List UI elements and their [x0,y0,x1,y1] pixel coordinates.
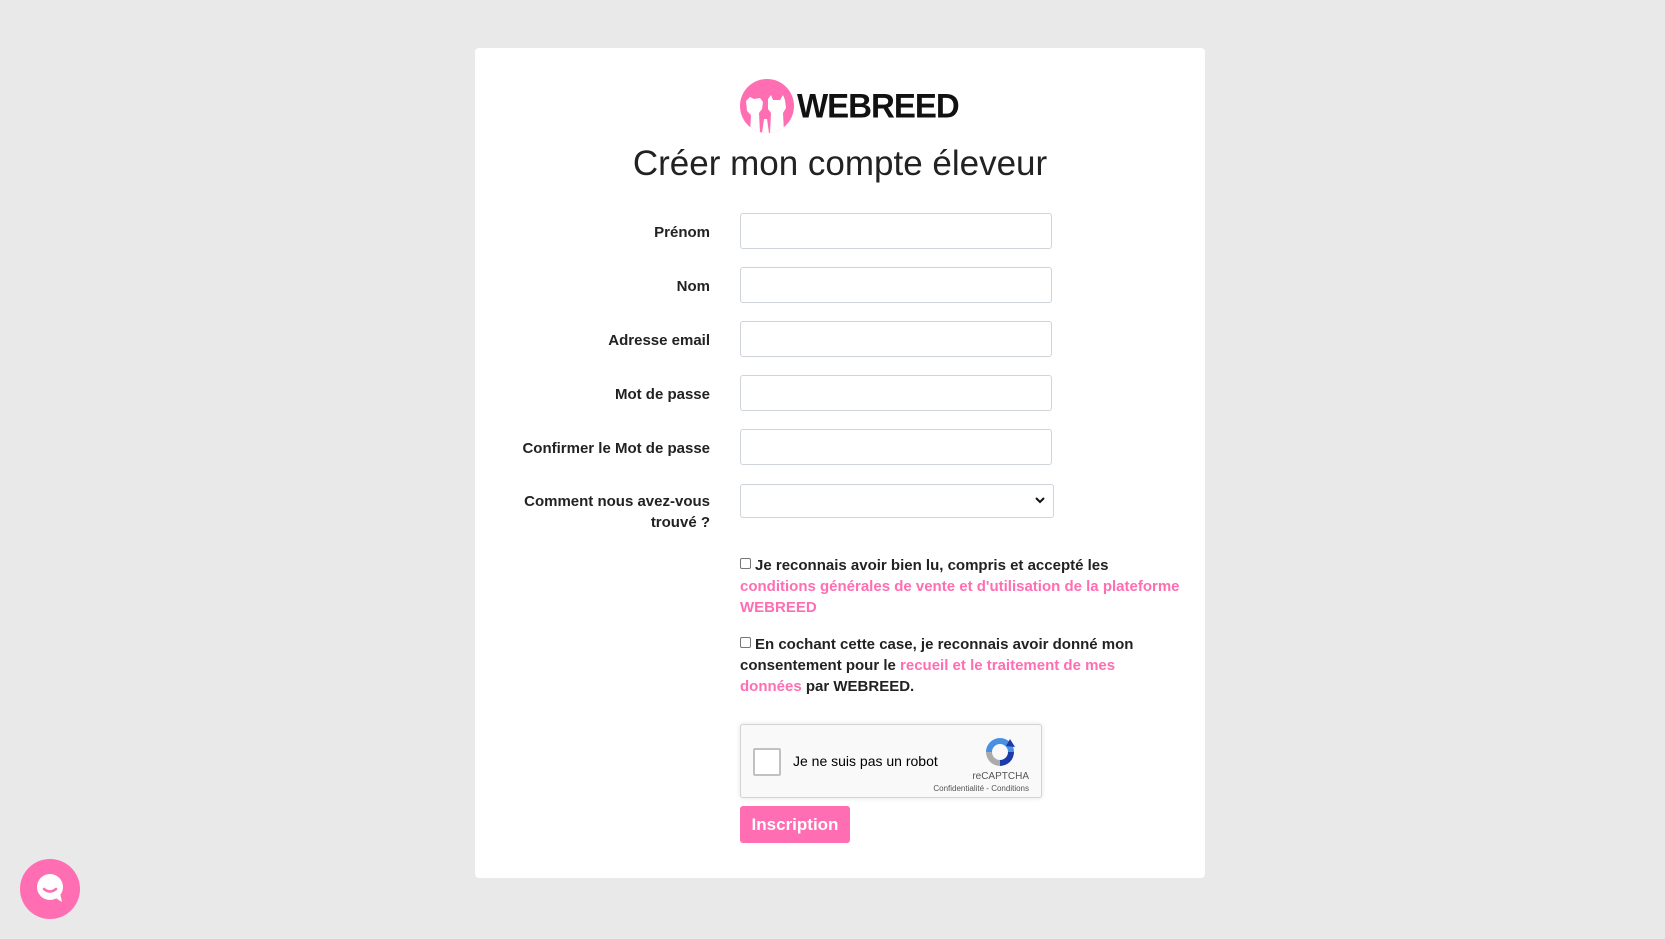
password-input[interactable] [740,375,1052,411]
terms-consent-block: Je reconnais avoir bien lu, compris et a… [740,555,1180,618]
chat-bubble-icon [37,874,63,902]
recaptcha-separator: - [986,784,989,793]
last-name-input[interactable] [740,267,1052,303]
source-select[interactable] [740,484,1054,518]
recaptcha-logo-icon [986,738,1015,766]
data-consent-checkbox[interactable] [740,637,751,648]
brand-logo[interactable]: WEBREED [740,79,960,133]
email-label: Adresse email [608,332,710,349]
last-name-label: Nom [676,278,710,295]
recaptcha-checkbox[interactable] [753,748,781,776]
page-title: Créer mon compte éleveur [632,144,1048,183]
terms-link[interactable]: conditions générales de vente et d'utili… [740,578,1180,616]
data-consent-text-after: par WEBREED. [805,678,915,695]
source-select-label-line2: trouvé ? [650,514,710,531]
source-select-label: Comment nous avez-vous trouvé ? [524,491,710,533]
data-consent-block: En cochant cette case, je reconnais avoi… [740,634,1180,697]
signup-card: WEBREED Créer mon compte éleveur Prénom … [475,48,1205,878]
terms-text: Je reconnais avoir bien lu, compris et a… [755,557,1109,574]
source-select-label-line1: Comment nous avez-vous [524,493,710,510]
recaptcha-label: Je ne suis pas un robot [793,753,938,769]
confirm-password-input[interactable] [740,429,1052,465]
recaptcha-brand: reCAPTCHA [972,771,1029,782]
recaptcha-widget: Je ne suis pas un robot reCAPTCHA Confid… [740,724,1042,798]
terms-checkbox[interactable] [740,558,751,569]
brand-name: WEBREED [797,86,960,125]
chevron-down-icon [1035,497,1045,504]
first-name-input[interactable] [740,213,1052,249]
dog-and-cat-logo-icon [740,79,794,133]
email-input[interactable] [740,321,1052,357]
chat-widget-button[interactable] [20,859,80,919]
confirm-password-label: Confirmer le Mot de passe [522,440,710,457]
signup-submit-button[interactable]: Inscription [740,806,850,843]
first-name-label: Prénom [654,224,710,241]
recaptcha-terms: Confidentialité - Conditions [933,784,1029,793]
recaptcha-privacy-link[interactable]: Confidentialité [933,784,984,793]
password-label: Mot de passe [614,386,710,403]
recaptcha-terms-link[interactable]: Conditions [991,784,1029,793]
